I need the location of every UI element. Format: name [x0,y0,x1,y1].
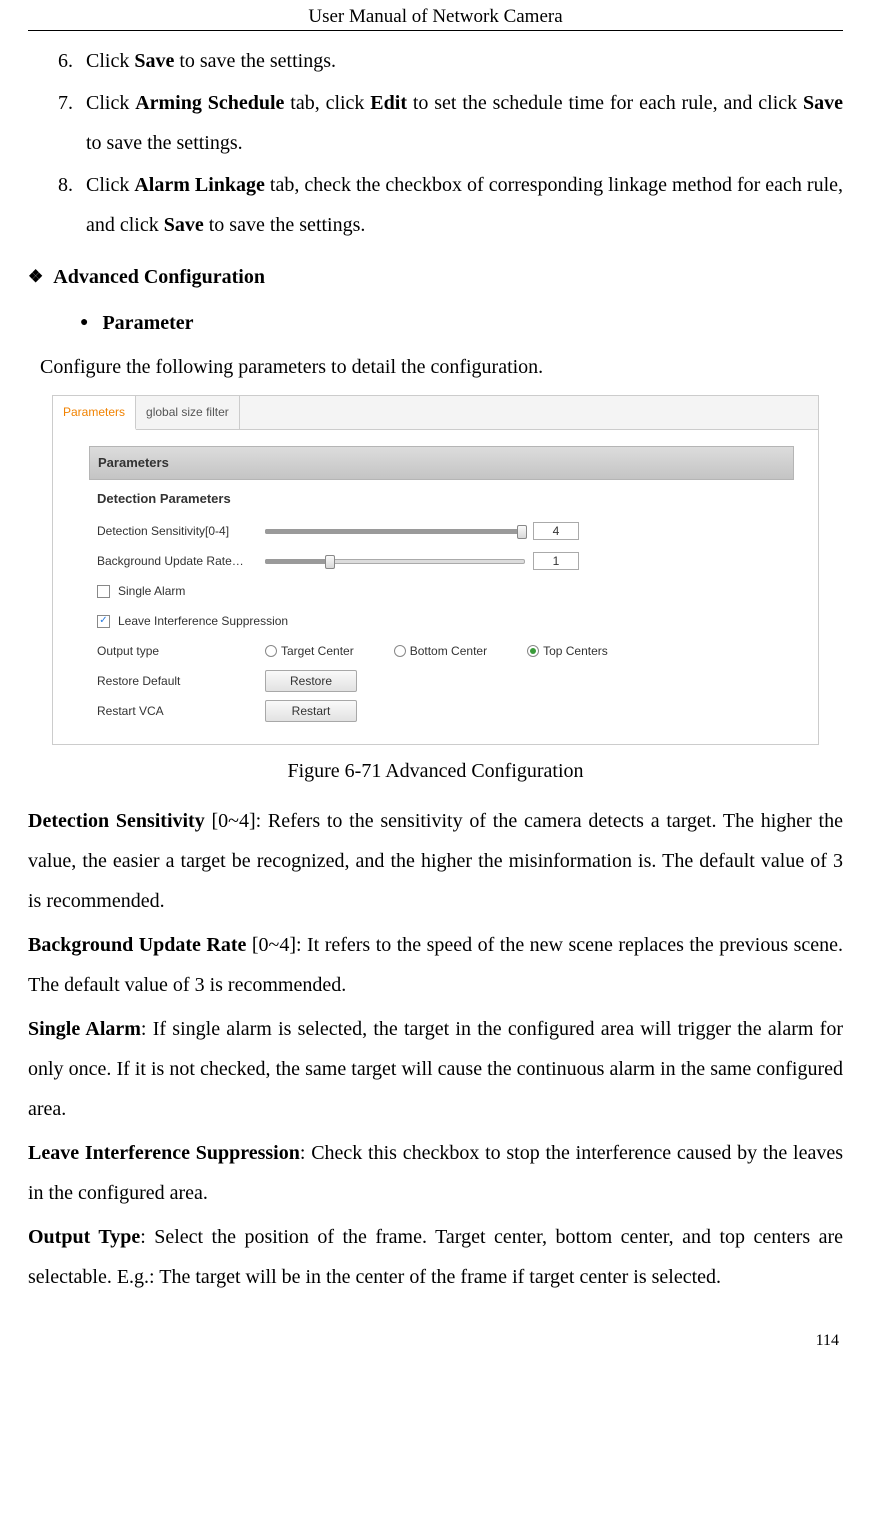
steps-list: Click Save to save the settings. Click A… [28,41,843,245]
sub-header-detection-parameters: Detection Parameters [89,480,818,516]
diamond-bullet-icon: ❖ [28,260,43,294]
slider-detection-sensitivity[interactable] [265,524,525,538]
row-background-update-rate: Background Update Rate… 1 [89,546,818,576]
tab-global-size-filter[interactable]: global size filter [136,396,240,429]
step-7: Click Arming Schedule tab, click Edit to… [78,83,843,163]
para-background-update-rate: Background Update Rate [0~4]: It refers … [28,925,843,1005]
radio-target-center[interactable] [265,645,277,657]
page-header: User Manual of Network Camera [28,0,843,31]
row-leave-interference: ✓ Leave Interference Suppression [89,606,818,636]
intro-paragraph: Configure the following parameters to de… [40,347,843,387]
para-single-alarm: Single Alarm: If single alarm is selecte… [28,1009,843,1129]
label-background-update-rate: Background Update Rate… [97,549,257,573]
section-header-parameters: Parameters [89,446,794,480]
radio-label-target-center: Target Center [281,639,354,663]
radio-label-top-centers: Top Centers [543,639,608,663]
tab-bar: Parameters global size filter [53,396,818,430]
row-detection-sensitivity: Detection Sensitivity[0-4] 4 [89,516,818,546]
radio-label-bottom-center: Bottom Center [410,639,487,663]
tab-parameters[interactable]: Parameters [53,396,136,430]
row-restore-default: Restore Default Restore [89,666,818,696]
figure-caption: Figure 6-71 Advanced Configuration [28,751,843,791]
label-restart-vca: Restart VCA [97,699,257,723]
step-8: Click Alarm Linkage tab, check the check… [78,165,843,245]
restore-button[interactable]: Restore [265,670,357,692]
label-detection-sensitivity: Detection Sensitivity[0-4] [97,519,257,543]
row-output-type: Output type Target Center Bottom Center [89,636,818,666]
row-restart-vca: Restart VCA Restart [89,696,818,726]
step-6: Click Save to save the settings. [78,41,843,81]
label-single-alarm: Single Alarm [118,579,185,603]
radio-bottom-center[interactable] [394,645,406,657]
para-detection-sensitivity: Detection Sensitivity [0~4]: Refers to t… [28,801,843,921]
label-leave-interference: Leave Interference Suppression [118,609,288,633]
label-restore-default: Restore Default [97,669,257,693]
parameter-heading: ● Parameter [80,303,843,343]
label-output-type: Output type [97,639,257,663]
value-detection-sensitivity[interactable]: 4 [533,522,579,540]
row-single-alarm: Single Alarm [89,576,818,606]
restart-button[interactable]: Restart [265,700,357,722]
disc-bullet-icon: ● [80,309,88,337]
slider-background-update-rate[interactable] [265,554,525,568]
para-output-type: Output Type: Select the position of the … [28,1217,843,1297]
page-number: 114 [28,1325,843,1357]
figure-panel: Parameters global size filter Parameters… [52,395,819,745]
radio-top-centers[interactable] [527,645,539,657]
checkbox-single-alarm[interactable] [97,585,110,598]
checkbox-leave-interference[interactable]: ✓ [97,615,110,628]
value-background-update-rate[interactable]: 1 [533,552,579,570]
advanced-configuration-heading: ❖ Advanced Configuration [28,257,843,297]
para-leave-interference: Leave Interference Suppression: Check th… [28,1133,843,1213]
